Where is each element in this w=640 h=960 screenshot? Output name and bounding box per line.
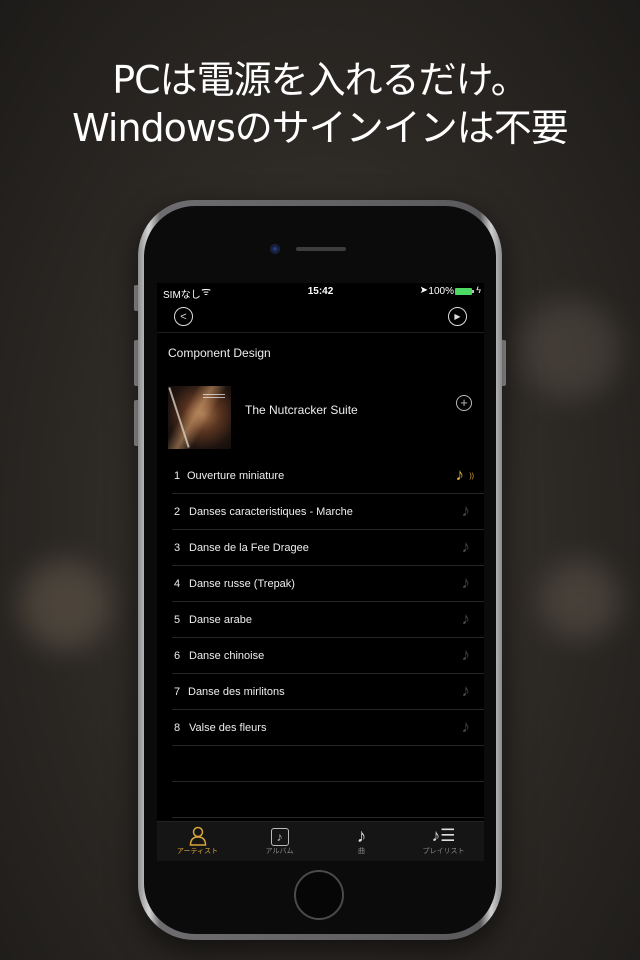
- back-button[interactable]: <: [174, 307, 193, 326]
- bokeh-light: [20, 560, 110, 650]
- empty-row: [172, 782, 484, 818]
- front-camera: [270, 244, 280, 254]
- track-title: Danses caracteristiques - Marche: [189, 506, 353, 518]
- track-title: Valse des fleurs: [189, 722, 267, 734]
- tab-label: プレイリスト: [422, 848, 465, 855]
- track-row[interactable]: 3 Danse de la Fee Dragee ♪: [172, 530, 484, 566]
- track-number: 2: [174, 506, 181, 518]
- headline-line-2: Windowsのサインインは不要: [72, 106, 569, 150]
- track-row[interactable]: 1 Ouverture miniature ♪ )): [172, 458, 484, 494]
- track-title: Danse des mirlitons: [188, 686, 285, 698]
- track-row[interactable]: 6 Danse chinoise ♪: [172, 638, 484, 674]
- tab-songs[interactable]: ♪ 曲: [321, 822, 402, 861]
- track-number: 3: [174, 542, 181, 554]
- speaker-wave-icon: )): [469, 473, 474, 480]
- track-number: 1: [174, 470, 181, 482]
- track-number: 7: [174, 686, 181, 698]
- tab-bar: アーティスト ♪ アルバム ♪ 曲 ♪☰ プレイリスト: [157, 821, 484, 861]
- artist-name: Component Design: [168, 346, 271, 360]
- track-number: 5: [174, 614, 181, 626]
- person-icon: [157, 826, 238, 846]
- music-note-icon: ♪: [461, 609, 471, 628]
- album-title: The Nutcracker Suite: [245, 403, 358, 417]
- add-album-button[interactable]: +: [456, 395, 472, 411]
- playlist-icon: ♪☰: [431, 826, 456, 845]
- track-title: Ouverture miniature: [187, 470, 285, 482]
- bokeh-light: [540, 560, 620, 640]
- music-note-icon: ♪: [461, 537, 471, 556]
- music-note-icon: ♪: [461, 645, 471, 664]
- nav-bar: < ▶: [157, 301, 484, 333]
- track-number: 6: [174, 650, 181, 662]
- track-title: Danse arabe: [189, 614, 252, 626]
- empty-row: [172, 746, 484, 782]
- plus-circle-icon: +: [460, 395, 468, 410]
- battery-tip: [472, 290, 474, 293]
- track-title: Danse chinoise: [189, 650, 265, 662]
- chevron-left-circle-icon: <: [180, 310, 187, 323]
- music-note-icon: ♪: [461, 681, 471, 700]
- album-artwork: [168, 386, 231, 449]
- play-circle-icon: ▶: [454, 312, 461, 321]
- tab-label: アーティスト: [176, 848, 219, 855]
- battery-percent: 100%: [428, 286, 454, 297]
- tab-label: 曲: [358, 848, 365, 855]
- track-row[interactable]: 7 Danse des mirlitons ♪: [172, 674, 484, 710]
- location-arrow-icon: ➤: [419, 285, 428, 296]
- track-row[interactable]: 2 Danses caracteristiques - Marche ♪: [172, 494, 484, 530]
- headline-line-1: PCは電源を入れるだけ。: [112, 58, 529, 102]
- track-title: Danse russe (Trepak): [189, 578, 295, 590]
- home-button[interactable]: [294, 870, 344, 920]
- bolt-icon: ϟ: [476, 285, 481, 295]
- bokeh-light: [520, 300, 620, 400]
- app-screen: SIMなし ᯤ 15:42 ➤ 100% ϟ < ▶ Component Des…: [157, 283, 484, 861]
- track-row[interactable]: 5 Danse arabe ♪: [172, 602, 484, 638]
- music-note-icon: ♪: [461, 573, 471, 592]
- now-playing-button[interactable]: ▶: [448, 307, 467, 326]
- music-note-icon: ♪: [461, 717, 471, 736]
- now-playing-note-icon: ♪: [455, 465, 465, 484]
- track-list: 1 Ouverture miniature ♪ )) 2 Danses cara…: [157, 458, 484, 818]
- track-number: 8: [174, 722, 181, 734]
- track-number: 4: [174, 578, 181, 590]
- track-row[interactable]: 4 Danse russe (Trepak) ♪: [172, 566, 484, 602]
- album-header: The Nutcracker Suite +: [157, 383, 484, 451]
- track-title: Danse de la Fee Dragee: [189, 542, 309, 554]
- earpiece-speaker: [296, 247, 346, 251]
- album-icon: ♪: [239, 826, 320, 846]
- tab-label: アルバム: [265, 848, 294, 855]
- tab-artist[interactable]: アーティスト: [157, 822, 238, 861]
- battery-icon: [455, 288, 472, 295]
- music-note-icon: ♪: [461, 501, 471, 520]
- tab-album[interactable]: ♪ アルバム: [239, 822, 320, 861]
- status-bar: SIMなし ᯤ 15:42 ➤ 100% ϟ: [157, 283, 484, 301]
- tab-playlist[interactable]: ♪☰ プレイリスト: [403, 822, 484, 861]
- music-note-icon: ♪: [356, 826, 367, 847]
- track-row[interactable]: 8 Valse des fleurs ♪: [172, 710, 484, 746]
